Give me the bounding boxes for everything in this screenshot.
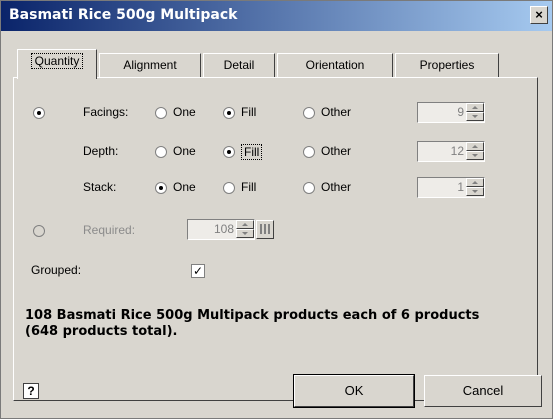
depth-up-arrow-icon[interactable] — [466, 142, 484, 151]
stack-up-arrow-icon[interactable] — [466, 178, 484, 187]
stack-other-radio[interactable] — [303, 182, 315, 194]
facings-one-radio[interactable] — [155, 107, 167, 119]
depth-other-label: Other — [321, 144, 352, 158]
grouped-checkbox[interactable]: ✓ — [191, 264, 205, 278]
stack-spinner[interactable]: 1 — [417, 177, 485, 198]
facings-spin-arrows — [466, 103, 484, 122]
facings-value: 9 — [457, 105, 464, 119]
required-label: Required: — [83, 223, 136, 237]
ok-button[interactable]: OK — [293, 374, 415, 408]
stack-one-label: One — [173, 180, 196, 194]
help-icon[interactable]: ? — [23, 383, 39, 399]
tab-quantity-label: Quantity — [30, 53, 84, 69]
depth-other-radio[interactable] — [303, 146, 315, 158]
depth-down-arrow-icon[interactable] — [466, 151, 484, 160]
close-icon: × — [535, 7, 543, 22]
quantity-panel — [13, 77, 538, 401]
tab-detail-label: Detail — [223, 58, 255, 72]
facings-spinner[interactable]: 9 — [417, 102, 485, 123]
tab-properties-label: Properties — [419, 58, 475, 72]
facings-one-label: One — [173, 105, 196, 119]
checkmark-icon: ✓ — [192, 264, 204, 278]
close-button[interactable]: × — [530, 6, 548, 24]
stack-fill-label: Fill — [241, 180, 257, 194]
depth-spinner[interactable]: 12 — [417, 141, 485, 162]
stack-down-arrow-icon[interactable] — [466, 187, 484, 196]
required-spinner[interactable]: 108 — [187, 219, 274, 240]
facings-fill-label: Fill — [241, 105, 257, 119]
required-spin-arrows — [236, 220, 254, 239]
depth-one-radio[interactable] — [155, 146, 167, 158]
depth-fill-label: Fill — [241, 144, 263, 160]
grouped-label: Grouped: — [31, 263, 82, 277]
dialog-window: Basmati Rice 500g Multipack × Quantity A… — [0, 0, 553, 419]
stack-spin-arrows — [466, 178, 484, 197]
required-value: 108 — [213, 222, 234, 236]
depth-value: 12 — [450, 144, 464, 158]
tab-alignment[interactable]: Alignment — [99, 53, 201, 77]
cancel-button[interactable]: Cancel — [424, 375, 542, 407]
depth-label: Depth: — [83, 144, 119, 158]
calculator-icon[interactable] — [256, 220, 274, 239]
summary-text: 108 Basmati Rice 500g Multipack products… — [25, 308, 480, 339]
depth-spin-arrows — [466, 142, 484, 161]
mode-radio-required[interactable] — [33, 225, 45, 237]
facings-label: Facings: — [83, 105, 129, 119]
tab-orientation-label: Orientation — [305, 58, 365, 72]
required-down-arrow-icon[interactable] — [236, 229, 254, 238]
stack-other-label: Other — [321, 180, 352, 194]
depth-one-label: One — [173, 144, 196, 158]
mode-radio-facings[interactable] — [33, 107, 45, 119]
facings-other-radio[interactable] — [303, 107, 315, 119]
tab-quantity[interactable]: Quantity — [17, 49, 97, 79]
window-title: Basmati Rice 500g Multipack — [9, 7, 238, 23]
facings-up-arrow-icon[interactable] — [466, 103, 484, 112]
stack-label: Stack: — [83, 180, 117, 194]
tab-orientation[interactable]: Orientation — [277, 53, 393, 77]
required-up-arrow-icon[interactable] — [236, 220, 254, 229]
stack-fill-radio[interactable] — [223, 182, 235, 194]
tab-alignment-label: Alignment — [123, 58, 177, 72]
depth-fill-radio[interactable] — [223, 146, 235, 158]
title-bar[interactable]: Basmati Rice 500g Multipack × — [1, 1, 552, 31]
tab-properties[interactable]: Properties — [395, 53, 499, 77]
stack-one-radio[interactable] — [155, 182, 167, 194]
help-question-symbol: ? — [27, 384, 35, 398]
tab-detail[interactable]: Detail — [203, 53, 275, 77]
stack-value: 1 — [457, 180, 464, 194]
facings-other-label: Other — [321, 105, 352, 119]
facings-fill-radio[interactable] — [223, 107, 235, 119]
facings-down-arrow-icon[interactable] — [466, 112, 484, 121]
